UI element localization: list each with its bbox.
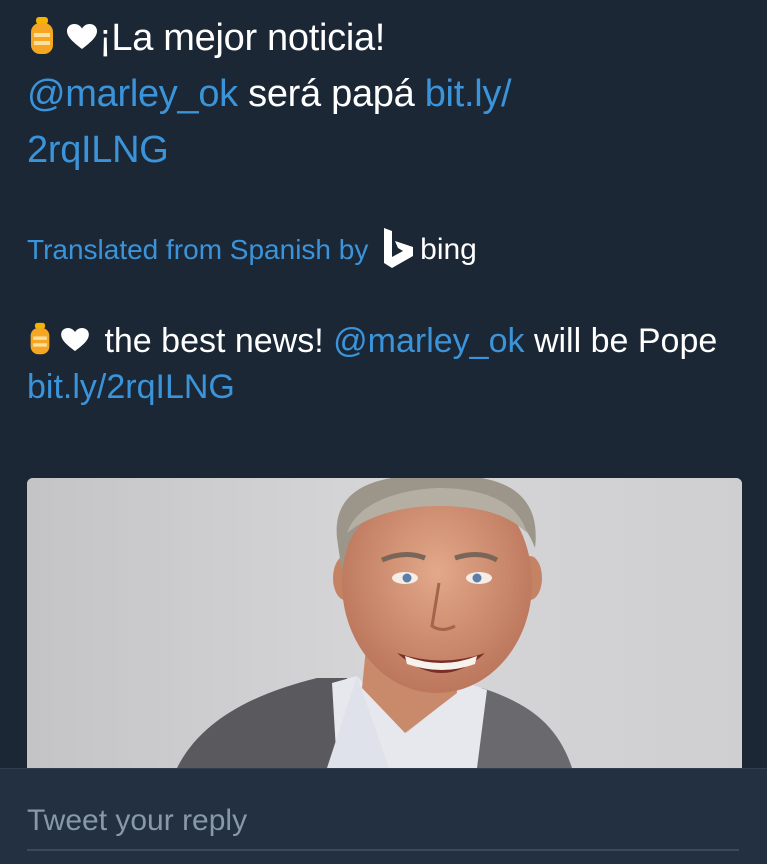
translation-mid: will be Pope (524, 322, 727, 360)
tweet-text-original: ¡La mejor noticia! @marley_ok será papá … (27, 10, 747, 178)
tweet-text-translation: the best news! @marley_ok will be Pope b… (27, 318, 747, 410)
portrait-photo (27, 478, 742, 768)
bing-label: bing (420, 233, 477, 266)
translation-text: the best news! (95, 322, 334, 360)
translated-from-label[interactable]: Translated from Spanish by (27, 234, 368, 265)
heart-icon (61, 328, 89, 352)
short-link-part1[interactable]: bit.ly/ (425, 73, 512, 115)
bing-logo-icon (384, 228, 414, 268)
translation-attribution: Translated from Spanish by bing (27, 226, 477, 274)
reply-bar: Tweet your reply (0, 768, 767, 864)
tweet-media-photo[interactable] (27, 478, 742, 768)
mention-link[interactable]: @marley_ok (333, 322, 524, 360)
baby-bottle-icon (31, 17, 53, 54)
baby-bottle-icon (30, 322, 50, 355)
short-link[interactable]: bit.ly/2rqILNG (27, 368, 235, 406)
tweet-original-mid: será papá (237, 73, 425, 115)
tweet-original-text: ¡La mejor noticia! (99, 17, 386, 59)
reply-input[interactable]: Tweet your reply (27, 789, 739, 851)
heart-icon (67, 24, 97, 49)
short-link-part2[interactable]: 2rqILNG (27, 129, 169, 171)
mention-link[interactable]: @marley_ok (27, 73, 238, 115)
